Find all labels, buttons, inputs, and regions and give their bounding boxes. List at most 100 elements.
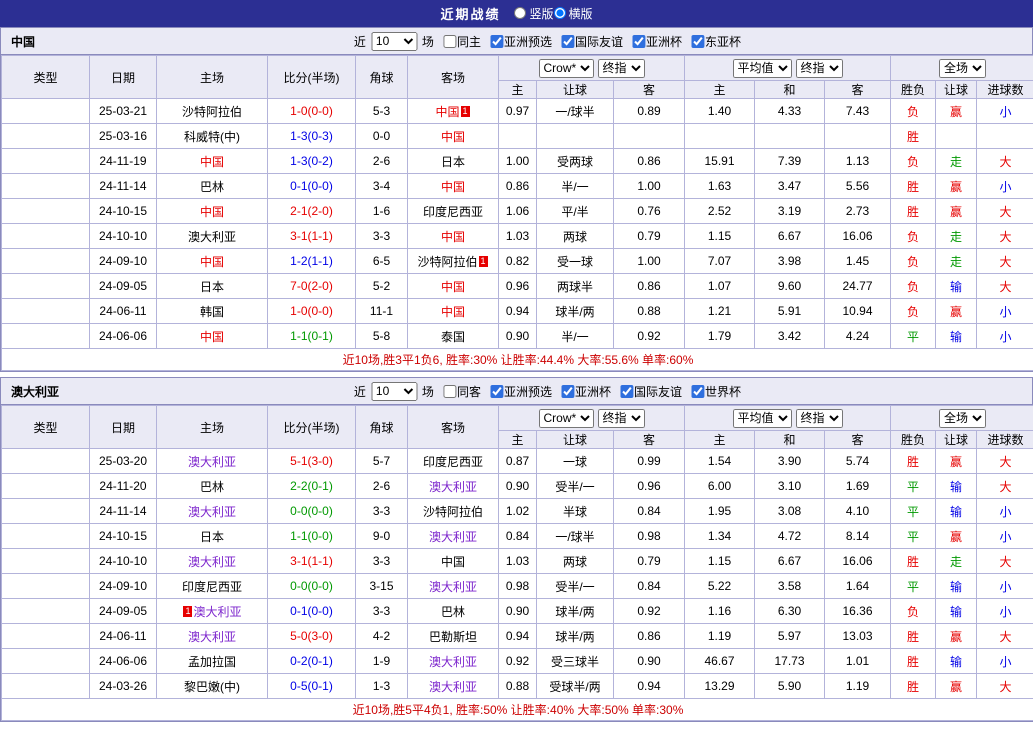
away-team-link[interactable]: 沙特阿拉伯 1 xyxy=(417,255,488,269)
league-type[interactable]: 亚洲预选 xyxy=(1,598,90,624)
away-team-link[interactable]: 巴勒斯坦 xyxy=(429,630,477,644)
away-team-link[interactable]: 澳大利亚 xyxy=(429,480,477,494)
home-team-link[interactable]: 澳大利亚 xyxy=(188,505,236,519)
away-team-link[interactable]: 中国 xyxy=(441,555,465,569)
home-team-link[interactable]: 韩国 xyxy=(200,305,224,319)
league-type[interactable]: 国际友谊 xyxy=(1,123,90,149)
filter-same-venue[interactable]: 同主 xyxy=(436,33,481,50)
home-team-link[interactable]: 中国 xyxy=(200,205,224,219)
away-team-link[interactable]: 印度尼西亚 xyxy=(423,205,483,219)
filter-same-venue-checkbox[interactable] xyxy=(442,384,456,398)
average-select[interactable]: 平均值 xyxy=(732,408,792,428)
league-type[interactable]: 亚洲预选 xyxy=(1,473,90,499)
away-team-link[interactable]: 日本 xyxy=(441,155,465,169)
home-team-link[interactable]: 黎巴嫩(中) xyxy=(184,680,240,694)
away-team-link[interactable]: 澳大利亚 xyxy=(429,530,477,544)
away-team-link[interactable]: 中国 xyxy=(441,305,465,319)
home-team-link[interactable]: 澳大利亚 xyxy=(188,230,236,244)
away-team-link[interactable]: 中国 1 xyxy=(435,105,470,119)
home-team-link[interactable]: 中国 xyxy=(200,155,224,169)
home-team-link[interactable]: 日本 xyxy=(200,530,224,544)
away-team-link[interactable]: 巴林 xyxy=(441,605,465,619)
away-team-link[interactable]: 澳大利亚 xyxy=(429,680,477,694)
away-team-link[interactable]: 中国 xyxy=(441,130,465,144)
home-team-link[interactable]: 孟加拉国 xyxy=(188,655,236,669)
league-type[interactable]: 亚洲预选 xyxy=(1,273,90,299)
bookmaker-select[interactable]: Crow* xyxy=(538,58,594,78)
odds-time-select[interactable]: 终指 xyxy=(597,408,645,428)
corners-cell: 11-1 xyxy=(355,298,408,324)
fulltime-select[interactable]: 全场 xyxy=(939,408,987,428)
fulltime-select[interactable]: 全场 xyxy=(939,58,987,78)
away-team-link[interactable]: 中国 xyxy=(441,230,465,244)
filter-competition-2-checkbox[interactable] xyxy=(560,34,574,48)
away-team-link[interactable]: 印度尼西亚 xyxy=(423,455,483,469)
average-select[interactable]: 平均值 xyxy=(732,58,792,78)
home-team-link[interactable]: 中国 xyxy=(200,330,224,344)
league-type[interactable]: 亚洲预选 xyxy=(1,323,90,349)
league-type[interactable]: 亚洲预选 xyxy=(1,523,90,549)
filter-competition-4-checkbox[interactable] xyxy=(691,384,705,398)
recent-count-select[interactable]: 10 xyxy=(370,381,417,401)
league-type[interactable]: 亚洲预选 xyxy=(1,223,90,249)
league-type[interactable]: 亚洲预选 xyxy=(1,673,90,699)
avg-odds-time-select[interactable]: 终指 xyxy=(795,58,843,78)
home-team-link[interactable]: 澳大利亚 xyxy=(188,455,236,469)
league-type[interactable]: 亚洲预选 xyxy=(1,298,90,324)
home-team-link[interactable]: 日本 xyxy=(200,280,224,294)
home-team-link[interactable]: 澳大利亚 xyxy=(188,555,236,569)
league-type[interactable]: 亚洲预选 xyxy=(1,173,90,199)
home-team-link[interactable]: 印度尼西亚 xyxy=(182,580,242,594)
home-team-link[interactable]: 澳大利亚 xyxy=(188,630,236,644)
layout-radio[interactable] xyxy=(514,7,527,20)
recent-count-select[interactable]: 10 xyxy=(370,31,417,51)
layout-option[interactable]: 横版 xyxy=(553,5,593,22)
league-type[interactable]: 亚洲预选 xyxy=(1,98,90,124)
league-type[interactable]: 亚洲预选 xyxy=(1,648,90,674)
home-team-link[interactable]: 巴林 xyxy=(200,180,224,194)
filter-same-venue[interactable]: 同客 xyxy=(436,383,481,400)
away-team-link[interactable]: 沙特阿拉伯 xyxy=(423,505,483,519)
home-team-link[interactable]: 巴林 xyxy=(200,480,224,494)
odds-time-select[interactable]: 终指 xyxy=(597,58,645,78)
league-type[interactable]: 亚洲预选 xyxy=(1,148,90,174)
filter-competition-3[interactable]: 国际友谊 xyxy=(613,383,682,400)
away-team-link[interactable]: 泰国 xyxy=(441,330,465,344)
filter-competition-3-checkbox[interactable] xyxy=(619,384,633,398)
layout-radio[interactable] xyxy=(553,7,566,20)
corners-cell: 2-6 xyxy=(355,473,408,499)
league-type[interactable]: 亚洲预选 xyxy=(1,448,90,474)
filter-competition-3[interactable]: 亚洲杯 xyxy=(625,33,682,50)
away-team-link[interactable]: 澳大利亚 xyxy=(429,655,477,669)
avg-odds-time-select[interactable]: 终指 xyxy=(795,408,843,428)
layout-option[interactable]: 竖版 xyxy=(514,5,554,22)
league-type[interactable]: 亚洲预选 xyxy=(1,198,90,224)
league-type[interactable]: 亚洲预选 xyxy=(1,548,90,574)
league-type[interactable]: 亚洲预选 xyxy=(1,623,90,649)
filter-competition-2-checkbox[interactable] xyxy=(560,384,574,398)
filter-competition-4-checkbox[interactable] xyxy=(691,34,705,48)
filter-competition-1[interactable]: 亚洲预选 xyxy=(483,383,552,400)
filter-competition-4[interactable]: 世界杯 xyxy=(684,383,741,400)
home-team-link[interactable]: 沙特阿拉伯 xyxy=(182,105,242,119)
header-row-groups: 类型 日期 主场 比分(半场) 角球 客场 Crow* 终指 平均值 终指 全场 xyxy=(1,405,1033,449)
result-handicap: 走 xyxy=(935,248,978,274)
league-type[interactable]: 亚洲预选 xyxy=(1,573,90,599)
filter-competition-2[interactable]: 亚洲杯 xyxy=(554,383,611,400)
home-team-link[interactable]: 中国 xyxy=(200,255,224,269)
home-team-link[interactable]: 1 澳大利亚 xyxy=(182,605,242,619)
bookmaker-select[interactable]: Crow* xyxy=(538,408,594,428)
filter-competition-1[interactable]: 亚洲预选 xyxy=(483,33,552,50)
filter-same-venue-checkbox[interactable] xyxy=(442,34,456,48)
league-type[interactable]: 亚洲预选 xyxy=(1,498,90,524)
away-team-link[interactable]: 中国 xyxy=(441,280,465,294)
filter-competition-4[interactable]: 东亚杯 xyxy=(684,33,741,50)
filter-competition-2[interactable]: 国际友谊 xyxy=(554,33,623,50)
league-type[interactable]: 亚洲预选 xyxy=(1,248,90,274)
away-team-link[interactable]: 中国 xyxy=(441,180,465,194)
filter-competition-1-checkbox[interactable] xyxy=(489,384,503,398)
away-team-link[interactable]: 澳大利亚 xyxy=(429,580,477,594)
filter-competition-3-checkbox[interactable] xyxy=(631,34,645,48)
filter-competition-1-checkbox[interactable] xyxy=(489,34,503,48)
home-team-link[interactable]: 科威特(中) xyxy=(184,130,240,144)
